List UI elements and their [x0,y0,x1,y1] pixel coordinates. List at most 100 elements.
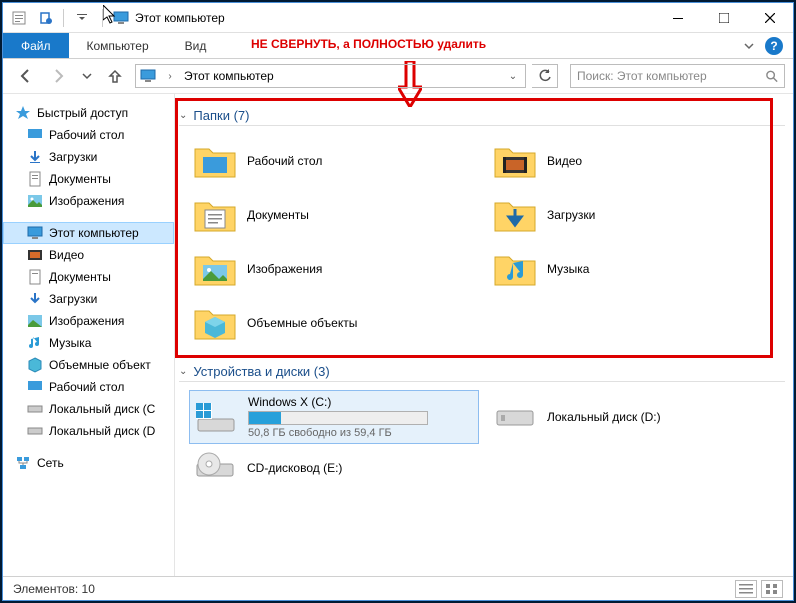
view-icons-button[interactable] [761,580,783,598]
refresh-button[interactable] [532,64,558,88]
sidebar-item-videos[interactable]: Видео [3,244,174,266]
group-header-folders[interactable]: ⌄ Папки (7) [179,108,785,126]
desktop-icon [27,379,43,395]
folder-videos[interactable]: Видео [489,136,779,186]
close-button[interactable] [747,3,793,33]
tab-file[interactable]: Файл [3,33,69,58]
tab-computer[interactable]: Компьютер [69,33,167,58]
drive-subtext: 50,8 ГБ свободно из 59,4 ГБ [248,427,428,439]
sidebar-item-disk-c[interactable]: Локальный диск (C [3,398,174,420]
download-icon [27,291,43,307]
this-pc-icon [27,225,43,241]
tab-view[interactable]: Вид [167,33,225,58]
sidebar-this-pc[interactable]: Этот компьютер [3,222,174,244]
sidebar: Быстрый доступ Рабочий стол Загрузки Док… [3,94,175,576]
folder-pictures[interactable]: Изображения [189,244,479,294]
address-dropdown[interactable]: ⌄ [505,71,521,82]
folder-3dobjects[interactable]: Объемные объекты [189,298,479,348]
drive-os-icon [194,397,238,437]
folder-music-icon [493,249,537,289]
sidebar-label: Сеть [37,456,64,470]
drive-e[interactable]: CD-дисковод (E:) [189,444,479,492]
drives-grid: Windows X (C:) 50,8 ГБ свободно из 59,4 … [179,390,785,500]
sidebar-label: Документы [49,270,111,284]
star-icon [15,105,31,121]
nav-back-button[interactable] [11,63,39,89]
body: Быстрый доступ Рабочий стол Загрузки Док… [3,93,793,576]
drive-c[interactable]: Windows X (C:) 50,8 ГБ свободно из 59,4 … [189,390,479,444]
qat-dropdown-button[interactable] [70,7,94,29]
status-bar: Элементов: 10 [3,576,793,600]
folder-label: Документы [247,208,309,222]
picture-icon [27,193,43,209]
sidebar-label: Изображения [49,194,124,208]
desktop-icon [27,127,43,143]
minimize-button[interactable] [655,3,701,33]
sidebar-item-pictures[interactable]: Изображения [3,190,174,212]
folder-downloads[interactable]: Загрузки [489,190,779,240]
sidebar-label: Объемные объект [49,358,151,372]
drive-icon [27,401,43,417]
sidebar-item-desktop2[interactable]: Рабочий стол [3,376,174,398]
explorer-window: Этот компьютер Файл Компьютер Вид ? НЕ С… [2,2,794,601]
sidebar-label: Загрузки [49,292,97,306]
search-box[interactable] [570,64,785,88]
view-details-button[interactable] [735,580,757,598]
folder-picture-icon [193,249,237,289]
chevron-right-icon[interactable]: › [162,71,178,82]
document-icon [27,171,43,187]
folder-label: Объемные объекты [247,316,357,330]
nav-history-button[interactable] [79,63,95,89]
cd-drive-icon [193,448,237,488]
sidebar-label: Быстрый доступ [37,106,128,120]
folder-label: Рабочий стол [247,154,322,168]
folder-cube-icon [193,303,237,343]
download-icon [27,149,43,165]
sidebar-item-downloads[interactable]: Загрузки [3,146,174,168]
sidebar-item-documents2[interactable]: Документы [3,266,174,288]
sidebar-item-pictures2[interactable]: Изображения [3,310,174,332]
sidebar-label: Этот компьютер [49,226,139,240]
title-bar: Этот компьютер [3,3,793,33]
status-count: Элементов: 10 [13,582,95,596]
qat-newfolder-button[interactable] [33,7,57,29]
this-pc-icon [140,68,156,84]
folder-music[interactable]: Музыка [489,244,779,294]
sidebar-item-music[interactable]: Музыка [3,332,174,354]
folder-label: Музыка [547,262,589,276]
sidebar-item-desktop[interactable]: Рабочий стол [3,124,174,146]
sidebar-quick-access[interactable]: Быстрый доступ [3,102,174,124]
address-bar[interactable]: › Этот компьютер ⌄ [135,64,526,88]
nav-up-button[interactable] [101,63,129,89]
folder-video-icon [493,141,537,181]
folder-documents[interactable]: Документы [189,190,479,240]
sidebar-label: Видео [49,248,84,262]
drive-icon [493,397,537,437]
sidebar-item-downloads2[interactable]: Загрузки [3,288,174,310]
sidebar-label: Рабочий стол [49,380,124,394]
drive-label: CD-дисковод (E:) [247,461,342,475]
drive-label: Windows X (C:) [248,395,428,409]
nav-forward-button[interactable] [45,63,73,89]
drive-d[interactable]: Локальный диск (D:) [489,390,779,444]
sidebar-item-documents[interactable]: Документы [3,168,174,190]
folder-download-icon [493,195,537,235]
sidebar-item-3dobjects[interactable]: Объемные объект [3,354,174,376]
search-input[interactable] [577,69,765,83]
qat-properties-button[interactable] [7,7,31,29]
expand-ribbon-icon[interactable] [743,40,755,52]
sidebar-label: Загрузки [49,150,97,164]
sidebar-item-disk-d[interactable]: Локальный диск (D [3,420,174,442]
document-icon [27,269,43,285]
sidebar-network[interactable]: Сеть [3,452,174,474]
folder-desktop[interactable]: Рабочий стол [189,136,479,186]
help-button[interactable]: ? [765,37,783,55]
window-controls [655,3,793,33]
folder-desktop-icon [193,141,237,181]
sidebar-label: Музыка [49,336,91,350]
this-pc-icon [113,10,129,26]
cube-icon [27,357,43,373]
folder-label: Изображения [247,262,322,276]
group-header-drives[interactable]: ⌄ Устройства и диски (3) [179,364,785,382]
maximize-button[interactable] [701,3,747,33]
